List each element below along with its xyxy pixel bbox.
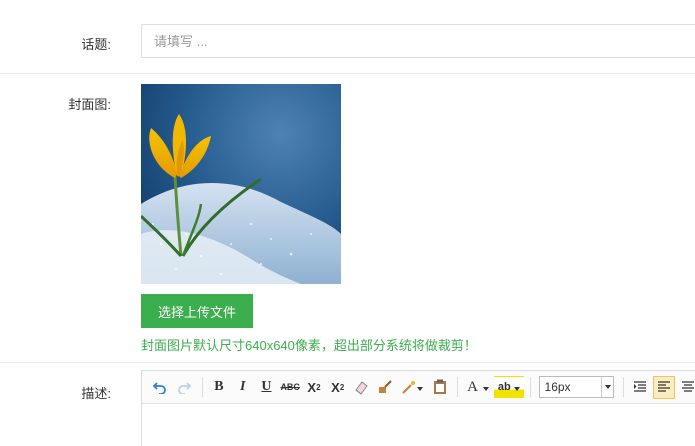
- topic-row: 话题:: [0, 0, 695, 73]
- format-brush-icon[interactable]: [374, 376, 397, 399]
- bold-icon[interactable]: B: [208, 376, 231, 399]
- description-row: 描述: B I U ABC X2 X2 A ab 16px: [0, 363, 695, 446]
- toolbar-separator: [201, 377, 203, 397]
- toolbar-separator: [457, 377, 459, 397]
- subscript-icon[interactable]: X2: [326, 376, 349, 399]
- paste-plain-icon[interactable]: [428, 376, 451, 399]
- editor-content-area[interactable]: [142, 404, 695, 446]
- chevron-down-icon: [600, 377, 613, 397]
- font-color-icon[interactable]: A: [463, 376, 493, 399]
- strikethrough-icon[interactable]: ABC: [279, 376, 302, 399]
- eraser-icon[interactable]: [350, 376, 373, 399]
- font-size-value: 16px: [544, 380, 571, 394]
- cover-size-hint: 封面图片默认尺寸640x640像素，超出部分系统将做裁剪！: [141, 338, 477, 353]
- toolbar-separator: [622, 377, 624, 397]
- italic-icon[interactable]: I: [231, 376, 254, 399]
- underline-icon[interactable]: U: [255, 376, 278, 399]
- rich-text-editor: B I U ABC X2 X2 A ab 16px: [141, 370, 695, 446]
- cover-label: 封面图:: [68, 97, 111, 112]
- redo-icon[interactable]: [173, 376, 196, 399]
- topic-input[interactable]: [141, 24, 695, 58]
- align-left-icon[interactable]: [652, 375, 676, 399]
- align-center-icon[interactable]: [676, 376, 695, 399]
- magic-wand-icon[interactable]: [398, 376, 428, 399]
- superscript-icon[interactable]: X2: [303, 376, 326, 399]
- editor-toolbar: B I U ABC X2 X2 A ab 16px: [142, 371, 695, 404]
- toolbar-separator: [529, 377, 531, 397]
- cover-image: [141, 84, 341, 284]
- indent-icon[interactable]: [629, 376, 652, 399]
- topic-label: 话题:: [81, 37, 111, 52]
- cover-row: 封面图: 选择上传文件 封面图片默认尺寸640x640像素，超出部分系统将做裁剪…: [0, 74, 695, 362]
- undo-icon[interactable]: [149, 376, 172, 399]
- highlight-color-icon[interactable]: ab: [493, 375, 524, 399]
- description-label: 描述:: [81, 386, 111, 401]
- font-size-select[interactable]: 16px: [538, 376, 614, 398]
- upload-file-button[interactable]: 选择上传文件: [141, 294, 253, 328]
